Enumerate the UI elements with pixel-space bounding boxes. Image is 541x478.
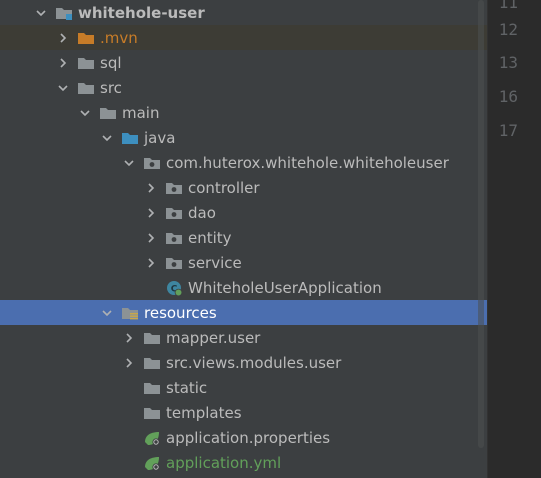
folder-icon — [77, 55, 95, 71]
tree-item-label: main — [122, 103, 160, 122]
tree-item-label: whitehole-user — [78, 3, 205, 22]
chevron-down-icon[interactable] — [56, 81, 70, 95]
tree-item-label: sql — [100, 53, 122, 72]
chevron-down-icon[interactable] — [34, 6, 48, 20]
tree-item-label: java — [144, 128, 176, 147]
module-folder-icon — [55, 5, 73, 21]
chevron-right-icon[interactable] — [56, 56, 70, 70]
tree-item-label: mapper.user — [166, 328, 261, 347]
folder-icon — [77, 80, 95, 96]
tree-item-src[interactable]: src — [0, 75, 487, 100]
tree-item-sql[interactable]: sql — [0, 50, 487, 75]
chevron-down-icon[interactable] — [78, 106, 92, 120]
tree-item-label: controller — [188, 178, 260, 197]
tree-item-label: entity — [188, 228, 232, 247]
package-icon — [165, 205, 183, 221]
package-icon — [143, 155, 161, 171]
spring-class-icon: C — [165, 280, 183, 296]
folder-icon — [143, 380, 161, 396]
line-number: 13 — [498, 53, 518, 72]
tree-item-mapper-user[interactable]: mapper.user — [0, 325, 487, 350]
folder-icon — [143, 330, 161, 346]
tree-item-dao[interactable]: dao — [0, 200, 487, 225]
tree-item-application-yml[interactable]: application.yml — [0, 450, 487, 475]
tree-item-resources[interactable]: resources — [0, 300, 487, 325]
folder-icon — [143, 355, 161, 371]
tree-item-service[interactable]: service — [0, 250, 487, 275]
folder-orange-icon — [77, 30, 95, 46]
tree-scrollbar[interactable] — [478, 0, 484, 448]
chevron-right-icon[interactable] — [144, 206, 158, 220]
tree-item-controller[interactable]: controller — [0, 175, 487, 200]
tree-item-label: dao — [188, 203, 216, 222]
resources-folder-icon — [121, 305, 139, 321]
chevron-right-icon[interactable] — [144, 231, 158, 245]
tree-item-mvn[interactable]: .mvn — [0, 25, 487, 50]
chevron-down-icon[interactable] — [100, 306, 114, 320]
tree-item-label: src — [100, 78, 122, 97]
chevron-right-icon[interactable] — [144, 256, 158, 270]
tree-item-java[interactable]: java — [0, 125, 487, 150]
tree-item-label: application.properties — [166, 428, 331, 447]
tree-item-main[interactable]: main — [0, 100, 487, 125]
source-folder-icon — [121, 130, 139, 146]
package-icon — [165, 255, 183, 271]
chevron-right-icon[interactable] — [122, 331, 136, 345]
tree-item-src-views-modules-user[interactable]: src.views.modules.user — [0, 350, 487, 375]
chevron-right-icon[interactable] — [144, 181, 158, 195]
tree-item-label: WhiteholeUserApplication — [188, 278, 382, 297]
tree-item-label: .mvn — [100, 28, 138, 47]
tree-item-whiteholeuserapplication[interactable]: C WhiteholeUserApplication — [0, 275, 487, 300]
tree-item-com-huterox-whitehole-whiteholeuser[interactable]: com.huterox.whitehole.whiteholeuser — [0, 150, 487, 175]
line-number: 11 — [498, 0, 518, 12]
tree-item-label: service — [188, 253, 242, 272]
spring-config-icon — [143, 430, 161, 446]
tree-item-entity[interactable]: entity — [0, 225, 487, 250]
tree-item-application-properties[interactable]: application.properties — [0, 425, 487, 450]
chevron-down-icon[interactable] — [100, 131, 114, 145]
tree-item-label: templates — [166, 403, 242, 422]
editor-gutter: 11 12 13 16 17 — [487, 0, 541, 478]
chevron-down-icon[interactable] — [122, 156, 136, 170]
package-icon — [165, 230, 183, 246]
folder-icon — [143, 405, 161, 421]
line-number: 17 — [498, 121, 518, 140]
spring-config-icon — [143, 455, 161, 471]
tree-item-label: src.views.modules.user — [166, 353, 342, 372]
tree-item-label: static — [166, 378, 208, 397]
folder-icon — [99, 105, 117, 121]
line-number: 16 — [498, 87, 518, 106]
tree-item-whitehole-user[interactable]: whitehole-user — [0, 0, 487, 25]
tree-item-label: com.huterox.whitehole.whiteholeuser — [166, 153, 449, 172]
tree-item-static[interactable]: static — [0, 375, 487, 400]
tree-item-templates[interactable]: templates — [0, 400, 487, 425]
chevron-right-icon[interactable] — [122, 356, 136, 370]
chevron-right-icon[interactable] — [56, 31, 70, 45]
project-tree-panel: whitehole-user .mvn sql src main java com.hute… — [0, 0, 487, 478]
tree-item-label: application.yml — [166, 453, 282, 472]
tree-item-label: resources — [144, 303, 217, 322]
line-number: 12 — [498, 20, 518, 39]
package-icon — [165, 180, 183, 196]
